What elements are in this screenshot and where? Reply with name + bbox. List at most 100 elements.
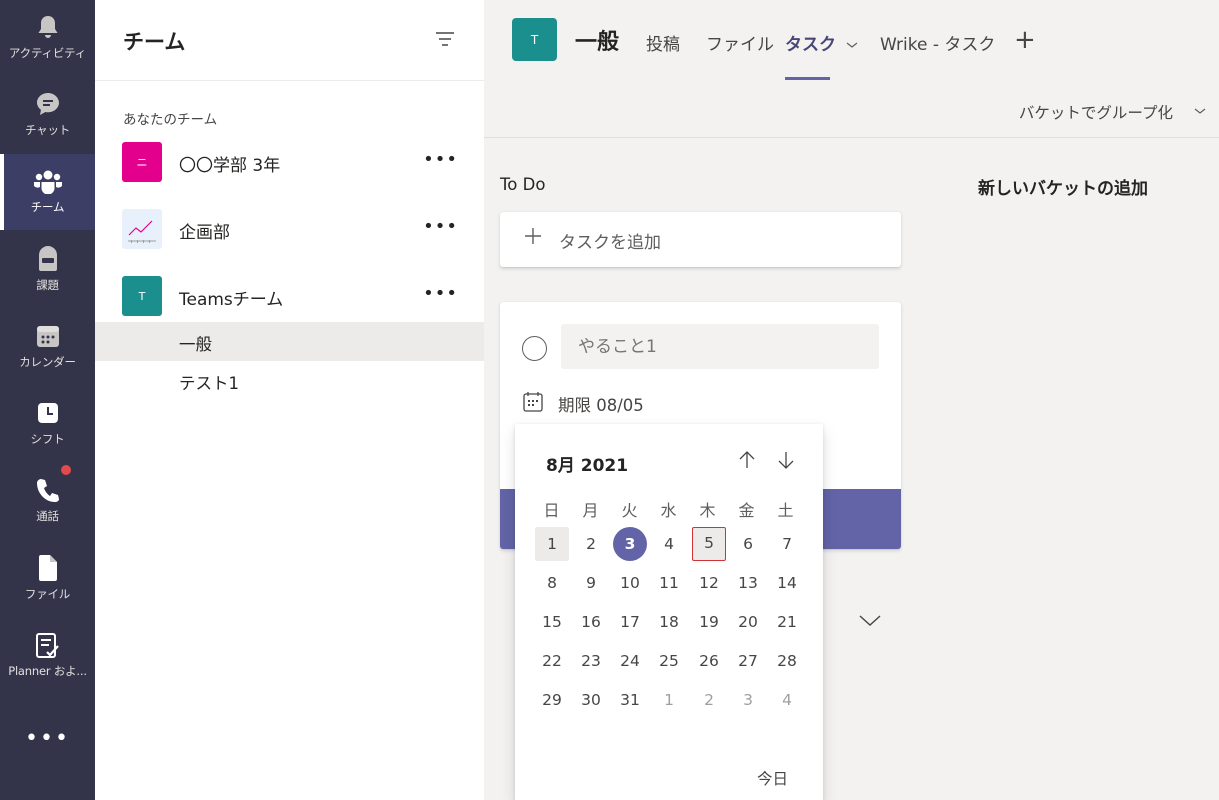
calendar-day[interactable]: 24 [613, 644, 647, 678]
calendar-day[interactable]: 30 [574, 683, 608, 717]
team-name: Teamsチーム [179, 290, 284, 310]
calendar-day[interactable]: 9 [574, 566, 608, 600]
calendar-day[interactable]: 21 [770, 605, 804, 639]
calendar-day-today[interactable]: 3 [613, 527, 647, 561]
weekday-header: 金 [738, 501, 755, 520]
chevron-down-icon [846, 42, 858, 48]
rail-item-chat[interactable]: チャット [0, 77, 95, 153]
tab-wrike[interactable]: Wrike - タスク [880, 30, 995, 55]
calendar-day-next-month[interactable]: 3 [731, 683, 765, 717]
channel-item-test1[interactable]: テスト1 [95, 361, 484, 400]
rail-item-label: Planner およ... [8, 664, 87, 678]
clock-icon [33, 398, 63, 428]
calendar-day-next-month[interactable]: 4 [770, 683, 804, 717]
channel-item-general[interactable]: 一般 [95, 322, 484, 361]
calendar-day[interactable]: 15 [535, 605, 569, 639]
calendar-day[interactable]: 6 [731, 527, 765, 561]
tab-files[interactable]: ファイル [706, 30, 774, 55]
calendar-day[interactable]: 11 [652, 566, 686, 600]
filter-icon[interactable] [434, 28, 456, 50]
arrow-down-icon[interactable] [774, 448, 798, 472]
chart-avatar-icon [122, 209, 162, 249]
chevron-down-icon[interactable] [858, 612, 882, 630]
calendar-day[interactable]: 2 [574, 527, 608, 561]
calendar-day[interactable]: 4 [652, 527, 686, 561]
calendar-icon [33, 321, 63, 351]
team-avatar: T [122, 276, 162, 316]
calendar-day[interactable]: 8 [535, 566, 569, 600]
calendar-day[interactable]: 27 [731, 644, 765, 678]
chevron-down-icon[interactable] [1193, 103, 1207, 117]
calendar-day-next-month[interactable]: 1 [652, 683, 686, 717]
teams-icon [33, 166, 63, 196]
channel-name: 一般 [179, 335, 212, 354]
team-item[interactable]: ニ 〇〇学部 3年 ••• [95, 132, 484, 192]
team-name: 企画部 [179, 223, 230, 243]
more-options-icon[interactable]: ••• [423, 149, 458, 170]
month-label: 8月 2021 [546, 456, 629, 476]
complete-task-checkbox[interactable] [522, 336, 547, 361]
rail-item-label: 通話 [36, 509, 59, 523]
rail-item-label: 課題 [36, 278, 59, 292]
calendar-day[interactable]: 31 [613, 683, 647, 717]
calendar-day[interactable]: 18 [652, 605, 686, 639]
rail-item-shifts[interactable]: シフト [0, 386, 95, 462]
calendar-day[interactable]: 20 [731, 605, 765, 639]
rail-item-calls[interactable]: 通話 [0, 463, 95, 539]
tab-label: タスク [785, 35, 836, 55]
calendar-day[interactable]: 13 [731, 566, 765, 600]
group-by-dropdown[interactable]: バケットでグループ化 [1019, 101, 1173, 123]
calendar-day[interactable]: 14 [770, 566, 804, 600]
weekday-header: 水 [660, 501, 677, 520]
plus-icon [522, 225, 544, 253]
more-apps-button[interactable]: ••• [0, 718, 95, 758]
section-label: あなたのチーム [123, 112, 218, 128]
notification-badge [60, 465, 71, 475]
rail-item-planner[interactable]: Planner およ... [0, 618, 95, 694]
rail-item-label: アクティビティ [8, 46, 87, 60]
task-title-input[interactable] [561, 324, 879, 369]
tab-tasks[interactable]: タスク [785, 30, 858, 55]
team-item[interactable]: T Teamsチーム ••• [95, 266, 484, 326]
calendar-day[interactable]: 1 [535, 527, 569, 561]
rail-item-calendar[interactable]: カレンダー [0, 309, 95, 385]
rail-item-activity[interactable]: アクティビティ [0, 0, 95, 76]
add-task-button[interactable]: タスクを追加 [500, 212, 901, 267]
rail-item-assignments[interactable]: 課題 [0, 232, 95, 308]
add-bucket-button[interactable]: 新しいバケットの追加 [978, 174, 1148, 199]
calendar-day-selected[interactable]: 5 [692, 527, 726, 561]
add-task-label: タスクを追加 [559, 233, 661, 253]
add-tab-button[interactable]: + [1014, 25, 1036, 55]
calendar-day[interactable]: 16 [574, 605, 608, 639]
calendar-icon[interactable] [522, 391, 544, 413]
arrow-up-icon[interactable] [735, 448, 759, 472]
calendar-day[interactable]: 7 [770, 527, 804, 561]
calendar-day[interactable]: 23 [574, 644, 608, 678]
tab-posts[interactable]: 投稿 [646, 30, 680, 55]
due-date-field[interactable]: 期限 08/05 [558, 392, 644, 416]
channel-avatar: T [512, 18, 557, 61]
calendar-day[interactable]: 28 [770, 644, 804, 678]
rail-item-files[interactable]: ファイル [0, 541, 95, 617]
team-item[interactable]: 企画部 ••• [95, 199, 484, 259]
calendar-day-next-month[interactable]: 2 [692, 683, 726, 717]
phone-icon [33, 465, 71, 505]
calendar-day[interactable]: 19 [692, 605, 726, 639]
chat-icon [33, 89, 63, 119]
calendar-day[interactable]: 29 [535, 683, 569, 717]
main-area: T 一般 投稿 ファイル タスク Wrike - タスク + バケットでグループ… [484, 0, 1219, 800]
bell-icon [33, 12, 63, 42]
more-options-icon[interactable]: ••• [423, 283, 458, 304]
go-to-today-button[interactable]: 今日 [757, 767, 788, 789]
file-icon [33, 553, 63, 583]
calendar-day[interactable]: 26 [692, 644, 726, 678]
calendar-day[interactable]: 12 [692, 566, 726, 600]
teams-panel: チーム あなたのチーム ニ 〇〇学部 3年 ••• 企画部 ••• T Team… [95, 0, 484, 800]
calendar-day[interactable]: 17 [613, 605, 647, 639]
calendar-day[interactable]: 22 [535, 644, 569, 678]
rail-item-teams[interactable]: チーム [0, 154, 95, 230]
panel-header: チーム [95, 0, 484, 81]
calendar-day[interactable]: 10 [613, 566, 647, 600]
calendar-day[interactable]: 25 [652, 644, 686, 678]
more-options-icon[interactable]: ••• [423, 216, 458, 237]
